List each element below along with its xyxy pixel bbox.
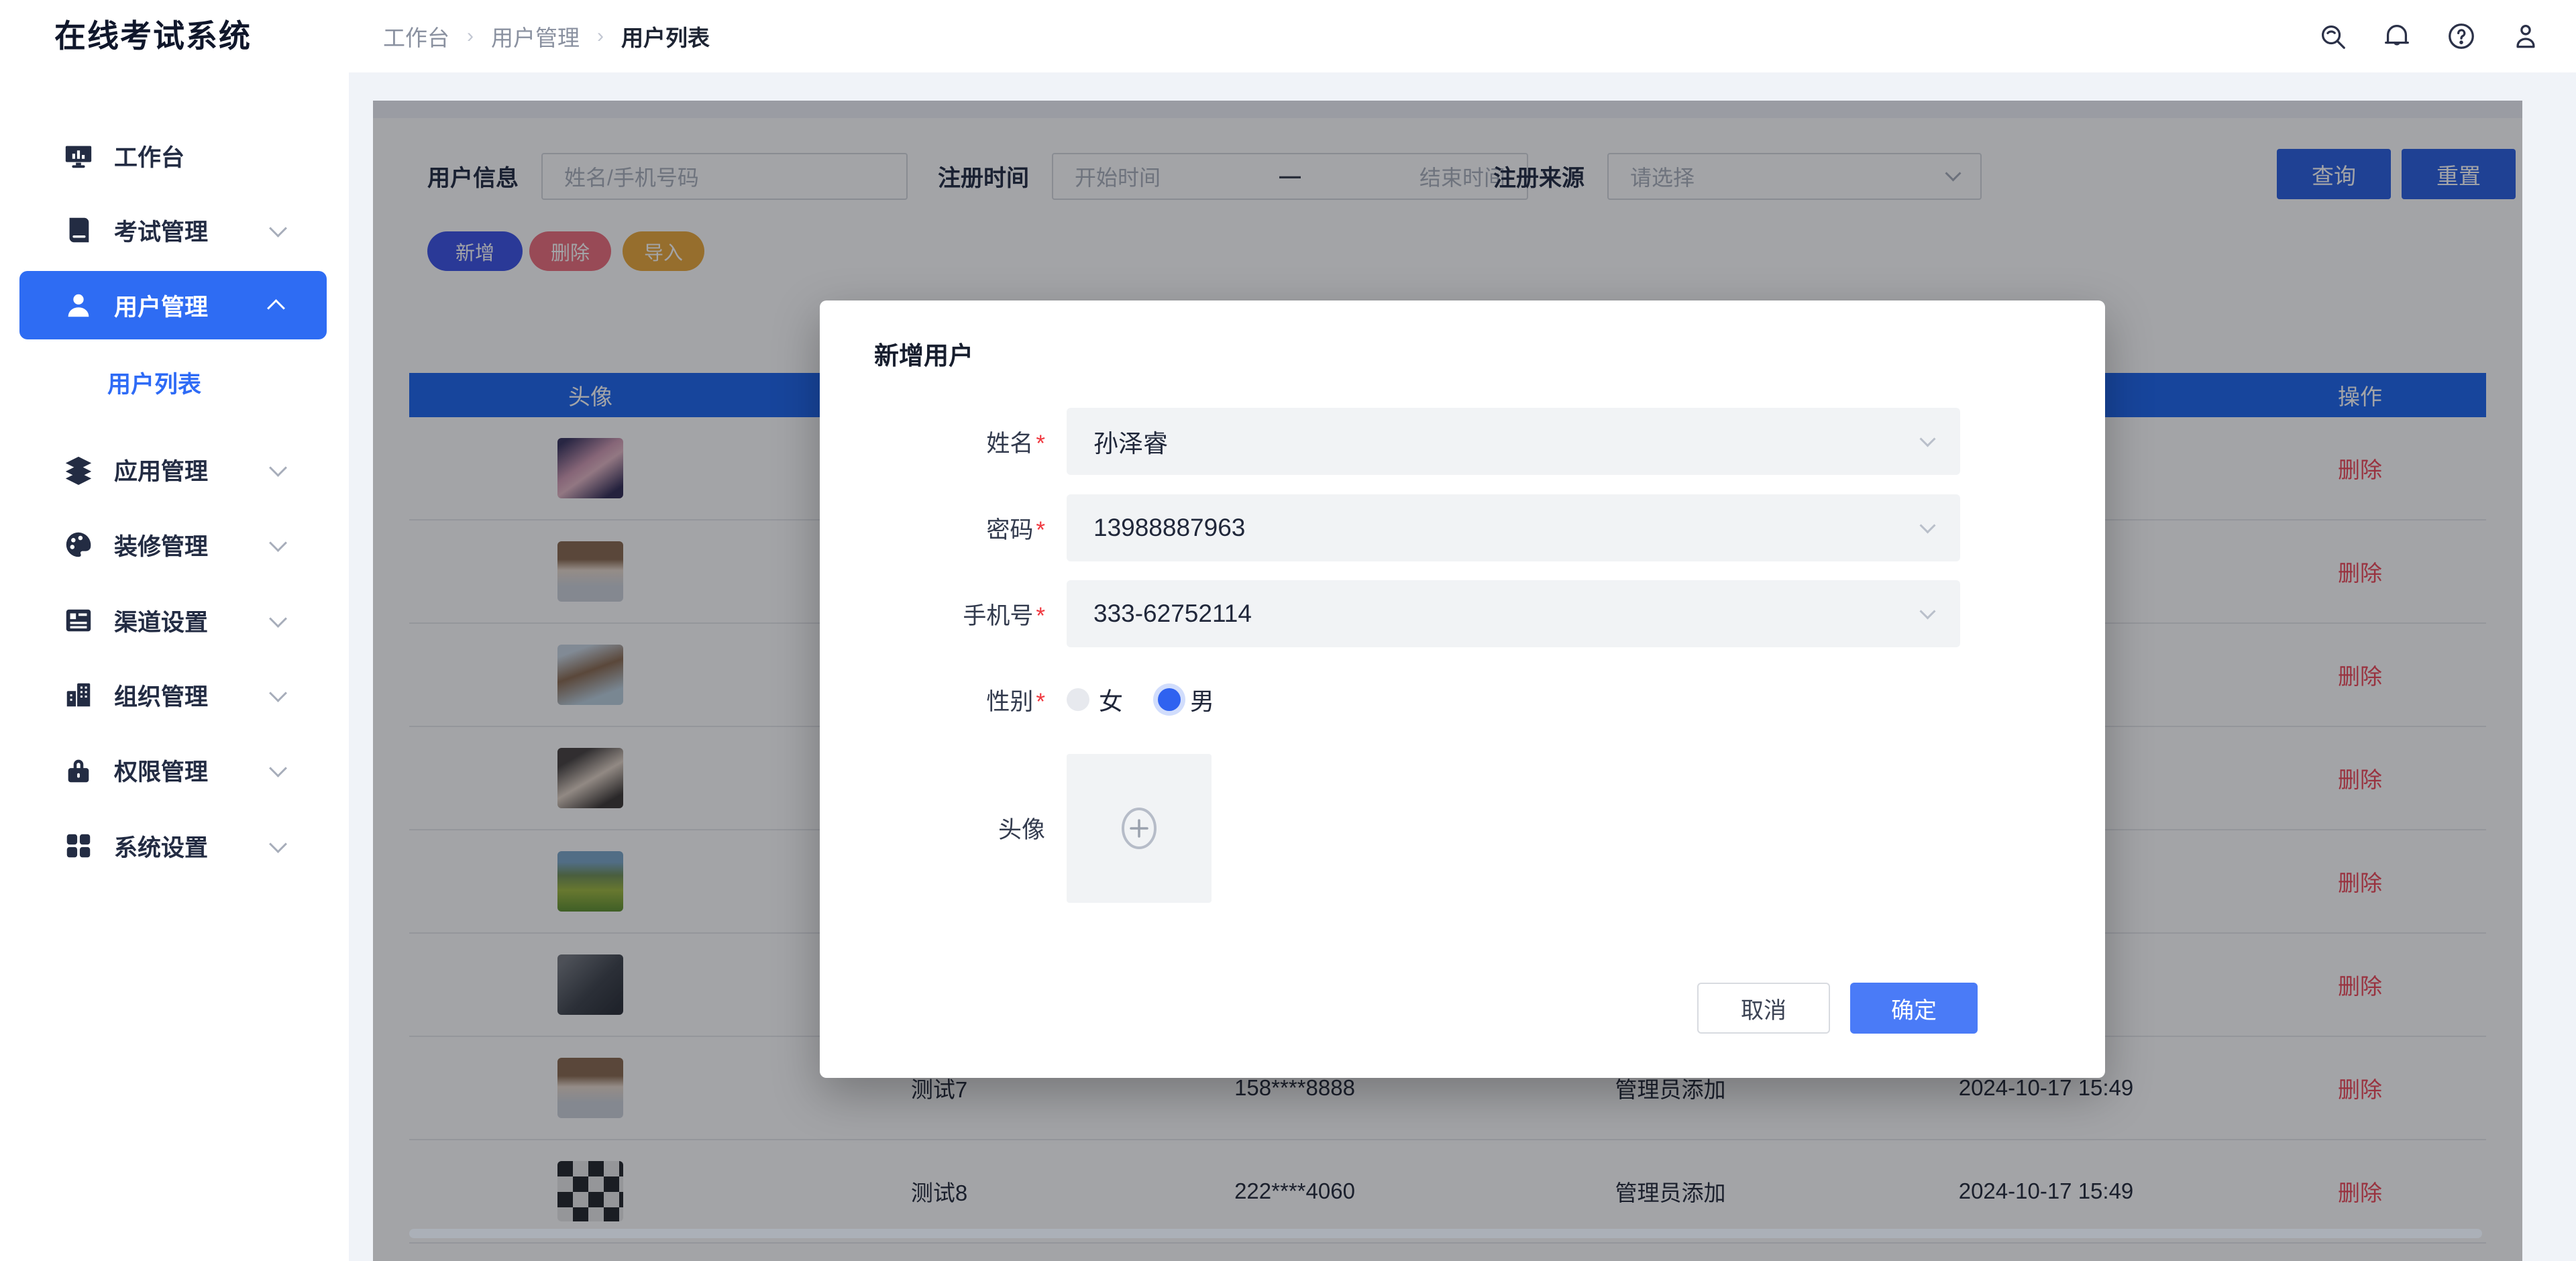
field-label: 手机号* bbox=[820, 597, 1045, 631]
plus-circle-icon bbox=[1115, 804, 1163, 853]
horizontal-scrollbar[interactable] bbox=[409, 1229, 2482, 1238]
field-label: 性别* bbox=[820, 683, 1045, 717]
building-icon bbox=[63, 679, 94, 710]
form-row-name: 姓名* 孙泽睿 bbox=[820, 408, 2105, 475]
sidebar-subitem-label: 用户列表 bbox=[107, 366, 201, 400]
avatar-upload-box[interactable] bbox=[1067, 754, 1212, 903]
sidebar-item-workbench[interactable]: 工作台 bbox=[0, 118, 349, 193]
radio-female[interactable] bbox=[1067, 688, 1089, 711]
channel-icon bbox=[63, 605, 94, 636]
add-user-modal: 新增用户 姓名* 孙泽睿 密码* 13988887963 手机号* 333-62… bbox=[820, 300, 2105, 1078]
sidebar-item-decoration-management[interactable]: 装修管理 bbox=[0, 507, 349, 582]
user-icon[interactable] bbox=[2510, 21, 2541, 52]
breadcrumb-item[interactable]: 工作台 bbox=[383, 20, 449, 52]
chevron-down-icon bbox=[269, 759, 287, 777]
field-value: 13988887963 bbox=[1093, 514, 1245, 542]
chevron-down-icon bbox=[269, 219, 287, 237]
palette-icon bbox=[63, 529, 94, 560]
required-asterisk: * bbox=[1036, 689, 1045, 715]
sidebar-item-user-management[interactable]: 用户管理 bbox=[19, 271, 327, 339]
breadcrumb-current: 用户列表 bbox=[621, 20, 710, 52]
chevron-down-icon bbox=[269, 459, 287, 477]
sidebar-item-exam-management[interactable]: 考试管理 bbox=[0, 193, 349, 268]
form-row-phone: 手机号* 333-62752114 bbox=[820, 580, 2105, 647]
sidebar-item-label: 应用管理 bbox=[114, 453, 208, 487]
field-label: 密码* bbox=[820, 511, 1045, 545]
radio-label-male[interactable]: 男 bbox=[1190, 682, 1214, 717]
radio-label-female[interactable]: 女 bbox=[1099, 682, 1123, 717]
sidebar-item-label: 权限管理 bbox=[114, 753, 208, 787]
sidebar-item-label: 工作台 bbox=[114, 139, 184, 173]
chevron-down-icon bbox=[269, 835, 287, 853]
sidebar-subitem-user-list[interactable]: 用户列表 bbox=[107, 349, 201, 416]
user-icon bbox=[63, 290, 94, 321]
breadcrumb: 工作台 › 用户管理 › 用户列表 bbox=[383, 0, 710, 72]
field-value: 333-62752114 bbox=[1093, 600, 1252, 628]
topbar-actions bbox=[2317, 0, 2541, 72]
chevron-up-icon bbox=[267, 299, 285, 317]
name-select[interactable]: 孙泽睿 bbox=[1067, 408, 1960, 475]
chevron-down-icon bbox=[269, 610, 287, 628]
sidebar-item-org-management[interactable]: 组织管理 bbox=[0, 657, 349, 732]
sidebar-item-label: 组织管理 bbox=[114, 678, 208, 712]
app-title: 在线考试系统 bbox=[54, 0, 252, 72]
modal-title: 新增用户 bbox=[874, 335, 973, 372]
field-label: 姓名* bbox=[820, 425, 1045, 459]
cancel-button[interactable]: 取消 bbox=[1697, 983, 1830, 1034]
sidebar-item-channel-settings[interactable]: 渠道设置 bbox=[0, 583, 349, 658]
confirm-button[interactable]: 确定 bbox=[1850, 983, 1978, 1034]
book-icon bbox=[63, 215, 94, 245]
required-asterisk: * bbox=[1036, 517, 1045, 543]
dashboard-icon bbox=[63, 140, 94, 171]
search-icon[interactable] bbox=[2317, 21, 2348, 52]
radio-male[interactable] bbox=[1158, 688, 1181, 711]
phone-select[interactable]: 333-62752114 bbox=[1067, 580, 1960, 647]
form-row-password: 密码* 13988887963 bbox=[820, 494, 2105, 561]
required-asterisk: * bbox=[1036, 431, 1045, 457]
sidebar-item-app-management[interactable]: 应用管理 bbox=[0, 432, 349, 507]
sidebar: 工作台 考试管理 用户管理 用户列表 应用管理 装修管理 bbox=[0, 72, 349, 1261]
chevron-down-icon bbox=[1919, 431, 1935, 447]
top-bar: 在线考试系统 工作台 › 用户管理 › 用户列表 bbox=[0, 0, 2576, 72]
sidebar-item-label: 装修管理 bbox=[114, 528, 208, 562]
sidebar-item-system-settings[interactable]: 系统设置 bbox=[0, 808, 349, 883]
field-value: 孙泽睿 bbox=[1093, 423, 1168, 459]
form-row-gender: 性别* 女 男 bbox=[820, 666, 2105, 733]
required-asterisk: * bbox=[1036, 603, 1045, 629]
sidebar-item-label: 渠道设置 bbox=[114, 604, 208, 638]
breadcrumb-separator: › bbox=[597, 25, 604, 48]
grid-icon bbox=[63, 830, 94, 861]
field-label: 头像 bbox=[820, 811, 1045, 845]
sidebar-item-label: 考试管理 bbox=[114, 213, 208, 248]
password-select[interactable]: 13988887963 bbox=[1067, 494, 1960, 561]
help-icon[interactable] bbox=[2446, 21, 2477, 52]
sidebar-item-permission-management[interactable]: 权限管理 bbox=[0, 732, 349, 808]
sidebar-item-label: 用户管理 bbox=[114, 288, 208, 323]
chevron-down-icon bbox=[1919, 517, 1935, 533]
chevron-down-icon bbox=[269, 684, 287, 702]
form-row-avatar: 头像 bbox=[820, 794, 2105, 861]
bell-icon[interactable] bbox=[2381, 21, 2412, 52]
breadcrumb-separator: › bbox=[467, 25, 474, 48]
layers-icon bbox=[63, 454, 94, 485]
lock-icon bbox=[63, 755, 94, 785]
chevron-down-icon bbox=[269, 534, 287, 552]
sidebar-item-label: 系统设置 bbox=[114, 829, 208, 863]
breadcrumb-item[interactable]: 用户管理 bbox=[491, 20, 580, 52]
chevron-down-icon bbox=[1919, 603, 1935, 619]
